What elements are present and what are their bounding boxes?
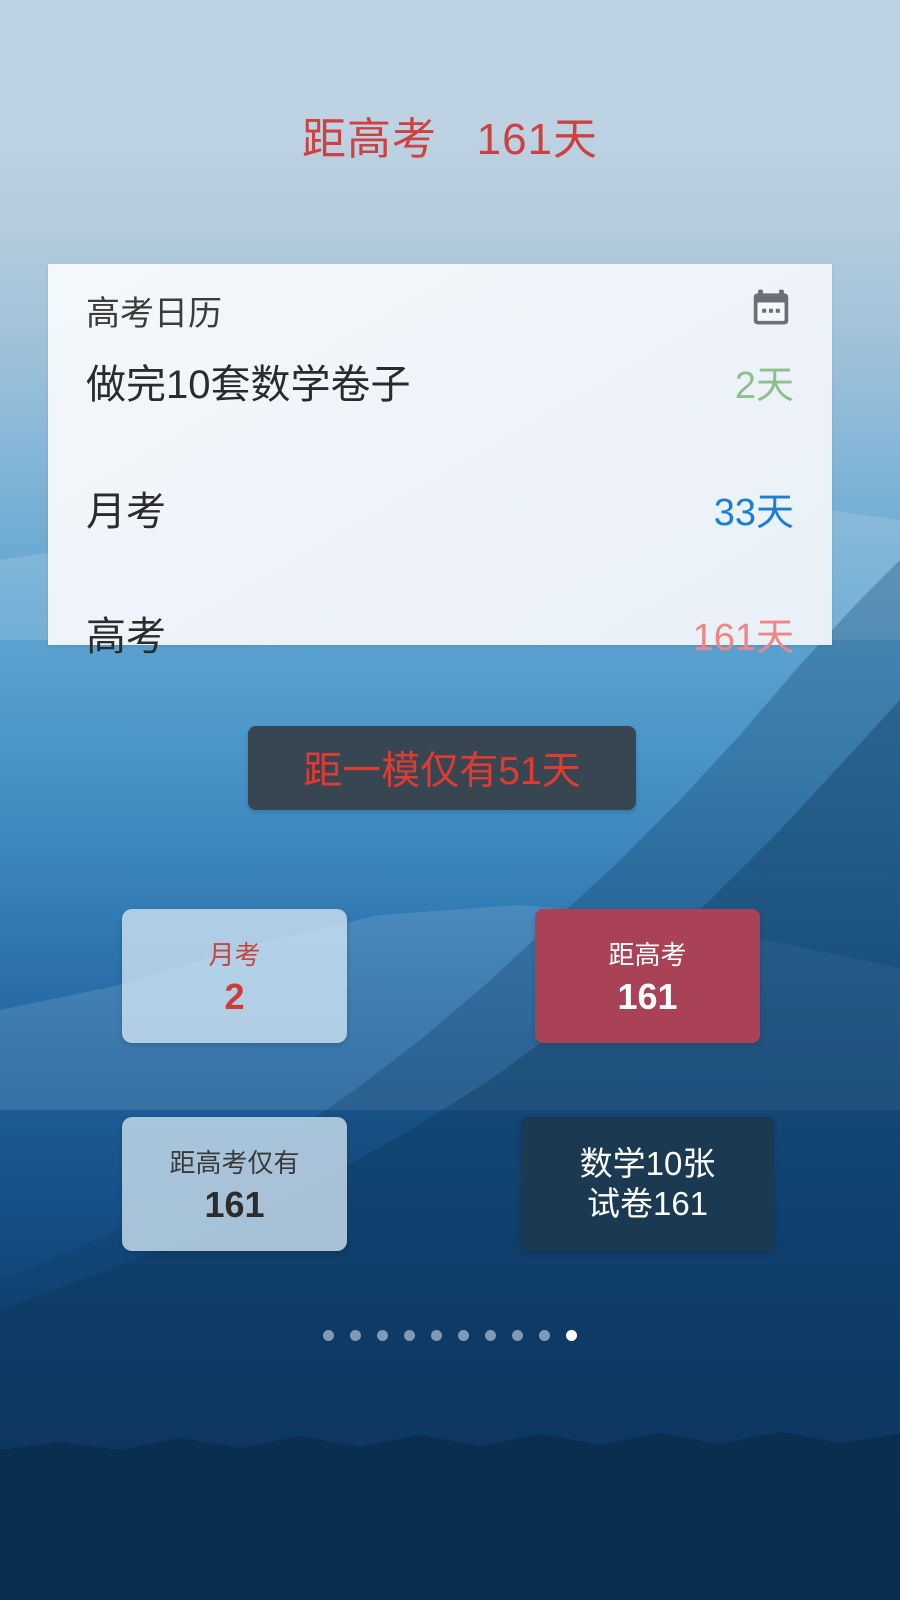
calendar-row-task[interactable]: 做完10套数学卷子 2天 [86,352,794,410]
widget-tile-gaokao-value: 161 [617,975,678,1017]
calendar-row-monthly-exam-name: 月考 [86,490,166,534]
calendar-row-task-days: 2天 [734,365,794,407]
calendar-row-gaokao[interactable]: 高考 161天 [86,604,794,662]
widget-tile-monthly-exam[interactable]: 月考 2 [122,909,347,1043]
calendar-row-gaokao-name: 高考 [86,615,166,659]
page-title: 距高考 161天 [301,115,599,164]
widget-tile-gaokao-only-value: 161 [204,1183,265,1225]
page-indicator-dot[interactable] [431,1330,442,1341]
page-indicator-dot[interactable] [539,1330,550,1341]
page-indicator-dot[interactable] [485,1330,496,1341]
widget-tile-math-papers[interactable]: 数学10张 试卷161 [521,1117,774,1251]
widget-tile-gaokao-label: 距高考 [608,939,687,970]
widget-tile-gaokao-only-label: 距高考仅有 [169,1147,300,1178]
countdown-banner-text: 距一模仅有51天 [303,750,581,793]
page-indicator-dot[interactable] [566,1330,577,1341]
calendar-card-title: 高考日历 [86,295,222,333]
page-indicator-dot[interactable] [350,1330,361,1341]
calendar-row-monthly-exam-days: 33天 [713,492,794,534]
page-indicator-dot[interactable] [404,1330,415,1341]
dock: 高 考 [0,1402,900,1522]
widget-tile-math-papers-line1: 数学10张 [579,1144,716,1182]
page-indicator-dot[interactable] [377,1330,388,1341]
page-indicator-dot[interactable] [458,1330,469,1341]
widget-tile-monthly-exam-label: 月考 [208,939,261,970]
page-indicator-dot[interactable] [323,1330,334,1341]
calendar-card-header: 高考日历 [86,286,794,335]
widget-tile-gaokao-only[interactable]: 距高考仅有 161 [122,1117,347,1251]
calendar-icon[interactable] [748,286,794,330]
widget-tile-math-papers-line2: 试卷161 [586,1185,709,1222]
countdown-banner-widget[interactable]: 距一模仅有51天 [248,726,636,810]
home-screen: 距高考 161天 高考日历 做完10套数学卷子 2天 月考 33天 高考 161… [0,0,900,1600]
widget-tile-monthly-exam-value: 2 [224,975,245,1017]
page-indicator-dot[interactable] [512,1330,523,1341]
calendar-card-widget[interactable]: 高考日历 做完10套数学卷子 2天 月考 33天 高考 161天 [48,264,832,659]
calendar-row-monthly-exam[interactable]: 月考 33天 [86,479,794,537]
calendar-row-gaokao-days: 161天 [692,617,794,659]
calendar-row-task-name: 做完10套数学卷子 [86,363,411,407]
widget-tile-gaokao[interactable]: 距高考 161 [535,909,760,1043]
page-indicator[interactable] [0,1330,900,1341]
